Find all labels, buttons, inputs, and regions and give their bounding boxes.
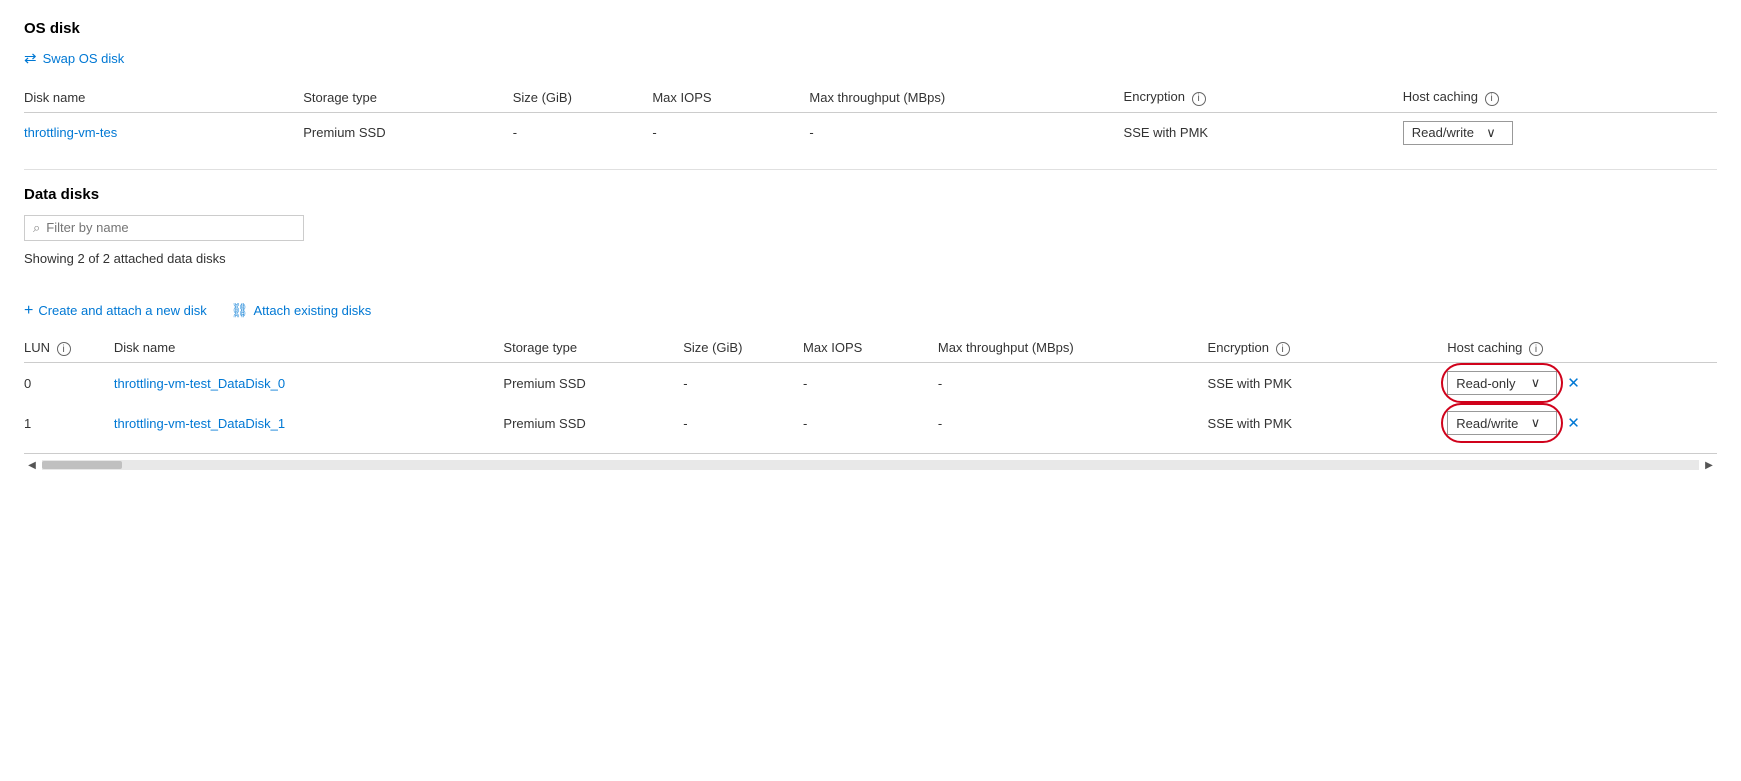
col-header-lun: LUN i <box>24 334 114 363</box>
host-caching-circled-0: Read-only ∨ <box>1447 371 1557 395</box>
data-disk-lun-0: 0 <box>24 363 114 404</box>
scrollbar-track[interactable] <box>42 460 1699 470</box>
os-col-header-caching: Host caching i <box>1403 83 1717 112</box>
os-col-header-storage: Storage type <box>303 83 512 112</box>
os-disk-caching-chevron: ∨ <box>1486 125 1496 141</box>
col-header-throughput: Max throughput (MBps) <box>938 334 1208 363</box>
col-header-storage: Storage type <box>503 334 683 363</box>
os-disk-caching-dropdown[interactable]: Read/write ∨ <box>1403 121 1513 145</box>
data-disk-delete-btn-0[interactable]: ✕ <box>1567 374 1580 392</box>
os-disk-storage-type: Premium SSD <box>303 112 512 153</box>
os-disk-size: - <box>513 112 653 153</box>
os-col-header-size: Size (GiB) <box>513 83 653 112</box>
scroll-left-arrow[interactable]: ◀ <box>24 457 40 473</box>
data-disks-table: LUN i Disk name Storage type Size (GiB) … <box>24 334 1717 444</box>
data-disk-caching-chevron-1: ∨ <box>1531 415 1541 431</box>
data-disk-row: 0 throttling-vm-test_DataDisk_0 Premium … <box>24 363 1717 404</box>
swap-label: Swap OS disk <box>43 51 125 66</box>
data-disk-encryption-1: SSE with PMK <box>1208 403 1448 443</box>
action-bar: + Create and attach a new disk ⛓ Attach … <box>24 302 1717 320</box>
scrollbar-thumb[interactable] <box>42 461 122 469</box>
attach-existing-label: Attach existing disks <box>254 303 372 318</box>
col-header-iops: Max IOPS <box>803 334 938 363</box>
filter-input[interactable] <box>46 220 295 235</box>
os-col-header-encryption: Encryption i <box>1124 83 1403 112</box>
data-disks-section: Data disks ⌕ Showing 2 of 2 attached dat… <box>24 186 1717 444</box>
data-disk-iops-1: - <box>803 403 938 443</box>
data-disk-caching-value-1: Read/write <box>1456 416 1518 431</box>
os-disk-row: throttling-vm-tes Premium SSD - - - SSE … <box>24 112 1717 153</box>
col-header-diskname: Disk name <box>114 334 504 363</box>
data-disk-throughput-0: - <box>938 363 1208 404</box>
data-disk-host-caching-1: Read/write ∨ ✕ <box>1447 403 1717 443</box>
col-header-encryption: Encryption i <box>1208 334 1448 363</box>
data-disk-storage-type-1: Premium SSD <box>503 403 683 443</box>
data-disk-row: 1 throttling-vm-test_DataDisk_1 Premium … <box>24 403 1717 443</box>
col-header-size: Size (GiB) <box>683 334 803 363</box>
create-attach-button[interactable]: + Create and attach a new disk <box>24 302 207 320</box>
os-disk-encryption: SSE with PMK <box>1124 112 1403 153</box>
data-disk-host-caching-0: Read-only ∨ ✕ <box>1447 363 1717 404</box>
os-disk-name-link[interactable]: throttling-vm-tes <box>24 112 303 153</box>
filter-search-icon: ⌕ <box>33 220 40 236</box>
swap-os-disk-button[interactable]: ⇄ Swap OS disk <box>24 49 1717 67</box>
data-disk-throughput-1: - <box>938 403 1208 443</box>
horizontal-scrollbar: ◀ ▶ <box>24 453 1717 476</box>
data-disk-caching-value-0: Read-only <box>1456 376 1515 391</box>
data-disk-caching-dropdown-0[interactable]: Read-only ∨ <box>1447 371 1557 395</box>
os-col-header-throughput: Max throughput (MBps) <box>809 83 1123 112</box>
data-caching-info-icon[interactable]: i <box>1529 342 1543 356</box>
scroll-right-arrow[interactable]: ▶ <box>1701 457 1717 473</box>
data-disk-caching-chevron-0: ∨ <box>1531 375 1541 391</box>
encryption-info-icon[interactable]: i <box>1192 92 1206 106</box>
create-attach-label: Create and attach a new disk <box>38 303 206 318</box>
attach-icon: ⛓ <box>231 302 249 319</box>
data-disk-name-link-1[interactable]: throttling-vm-test_DataDisk_1 <box>114 403 504 443</box>
data-encryption-info-icon[interactable]: i <box>1276 342 1290 356</box>
lun-info-icon[interactable]: i <box>57 342 71 356</box>
os-disk-section: OS disk ⇄ Swap OS disk Disk name Storage… <box>24 20 1717 153</box>
os-disk-iops: - <box>652 112 809 153</box>
plus-icon: + <box>24 302 33 320</box>
col-header-caching: Host caching i <box>1447 334 1717 363</box>
os-disk-table: Disk name Storage type Size (GiB) Max IO… <box>24 83 1717 153</box>
host-caching-info-icon[interactable]: i <box>1485 92 1499 106</box>
section-divider <box>24 169 1717 170</box>
showing-text: Showing 2 of 2 attached data disks <box>24 251 1717 266</box>
attach-existing-button[interactable]: ⛓ Attach existing disks <box>231 302 372 319</box>
host-caching-circled-1: Read/write ∨ <box>1447 411 1557 435</box>
data-disk-encryption-0: SSE with PMK <box>1208 363 1448 404</box>
os-disk-host-caching: Read/write ∨ <box>1403 112 1717 153</box>
os-disk-title: OS disk <box>24 20 1717 37</box>
data-disk-storage-type-0: Premium SSD <box>503 363 683 404</box>
data-disk-size-1: - <box>683 403 803 443</box>
data-disk-name-link-0[interactable]: throttling-vm-test_DataDisk_0 <box>114 363 504 404</box>
os-col-header-diskname: Disk name <box>24 83 303 112</box>
data-disk-size-0: - <box>683 363 803 404</box>
os-disk-caching-value: Read/write <box>1412 125 1474 140</box>
os-disk-throughput: - <box>809 112 1123 153</box>
os-col-header-iops: Max IOPS <box>652 83 809 112</box>
data-disk-delete-btn-1[interactable]: ✕ <box>1567 414 1580 432</box>
filter-box[interactable]: ⌕ <box>24 215 304 241</box>
data-disks-title: Data disks <box>24 186 1717 203</box>
data-disk-iops-0: - <box>803 363 938 404</box>
data-disk-caching-dropdown-1[interactable]: Read/write ∨ <box>1447 411 1557 435</box>
data-disk-lun-1: 1 <box>24 403 114 443</box>
swap-icon: ⇄ <box>24 49 37 67</box>
